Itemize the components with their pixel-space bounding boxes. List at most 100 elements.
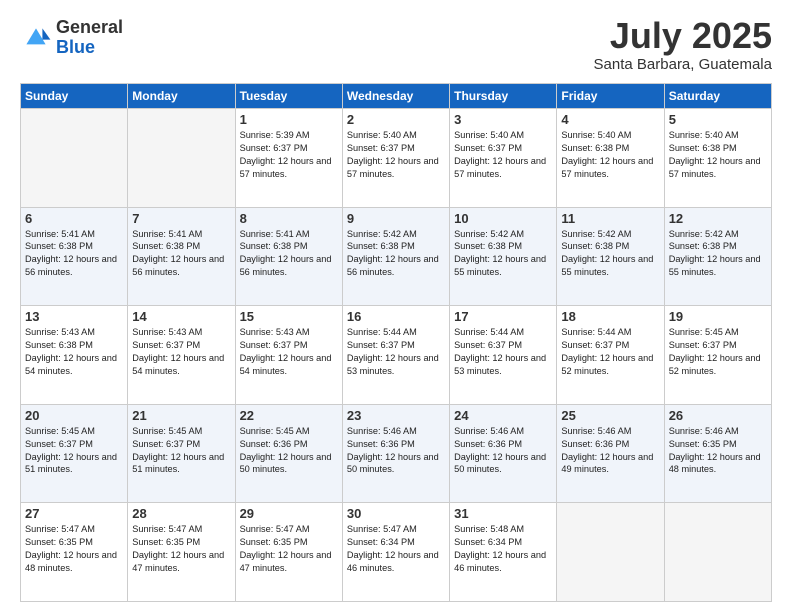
- col-tuesday: Tuesday: [235, 84, 342, 109]
- sunrise: Sunrise: 5:42 AM: [347, 229, 417, 239]
- sunset: Sunset: 6:34 PM: [347, 537, 415, 547]
- day-number: 6: [25, 211, 123, 226]
- day-info: Sunrise: 5:48 AMSunset: 6:34 PMDaylight:…: [454, 523, 552, 575]
- table-row: 16 Sunrise: 5:44 AMSunset: 6:37 PMDayligh…: [342, 306, 449, 405]
- sunrise: Sunrise: 5:46 AM: [561, 426, 631, 436]
- table-row: 29Sunrise: 5:47 AMSunset: 6:35 PMDayligh…: [235, 503, 342, 602]
- sunrise: Sunrise: 5:46 AM: [454, 426, 524, 436]
- sunset: Sunset: 6:37 PM: [347, 340, 415, 350]
- day-number: 12: [669, 211, 767, 226]
- calendar-week-row: 20Sunrise: 5:45 AMSunset: 6:37 PMDayligh…: [21, 404, 772, 503]
- sunset: Sunset: 6:34 PM: [454, 537, 522, 547]
- day-number: 9: [347, 211, 445, 226]
- sunset: Sunset: 6:37 PM: [561, 340, 629, 350]
- sunrise: Sunrise: 5:44 AM: [561, 327, 631, 337]
- table-row: [128, 109, 235, 208]
- day-info: Sunrise: 5:40 AMSunset: 6:37 PMDaylight:…: [347, 129, 445, 181]
- day-number: 23: [347, 408, 445, 423]
- day-info: Sunrise: 5:40 AMSunset: 6:38 PMDaylight:…: [561, 129, 659, 181]
- table-row: [557, 503, 664, 602]
- table-row: 9Sunrise: 5:42 AMSunset: 6:38 PMDaylight…: [342, 207, 449, 306]
- day-number: 18: [561, 309, 659, 324]
- daylight: Daylight: 12 hours and 55 minutes.: [454, 254, 546, 277]
- table-row: 26 Sunrise: 5:46 AMSunset: 6:35 PMDayligh…: [664, 404, 771, 503]
- daylight: Daylight: 12 hours and 50 minutes.: [347, 452, 439, 475]
- day-number: 17: [454, 309, 552, 324]
- table-row: 7Sunrise: 5:41 AMSunset: 6:38 PMDaylight…: [128, 207, 235, 306]
- day-number: 30: [347, 506, 445, 521]
- day-info: Sunrise: 5:46 AMSunset: 6:35 PMDaylight:…: [669, 425, 767, 477]
- day-info: Sunrise: 5:46 AMSunset: 6:36 PMDaylight:…: [454, 425, 552, 477]
- table-row: 11Sunrise: 5:42 AMSunset: 6:38 PMDayligh…: [557, 207, 664, 306]
- sunset: Sunset: 6:38 PM: [669, 241, 737, 251]
- sunrise: Sunrise: 5:47 AM: [132, 524, 202, 534]
- day-number: 10: [454, 211, 552, 226]
- logo-text: General Blue: [56, 18, 123, 58]
- table-row: 20Sunrise: 5:45 AMSunset: 6:37 PMDayligh…: [21, 404, 128, 503]
- day-info: Sunrise: 5:45 AMSunset: 6:37 PMDaylight:…: [25, 425, 123, 477]
- table-row: 8Sunrise: 5:41 AMSunset: 6:38 PMDaylight…: [235, 207, 342, 306]
- day-info: Sunrise: 5:44 AMSunset: 6:37 PMDaylight:…: [454, 326, 552, 378]
- sunset: Sunset: 6:38 PM: [561, 241, 629, 251]
- day-number: 13: [25, 309, 123, 324]
- day-number: 15: [240, 309, 338, 324]
- day-info: Sunrise: 5:43 AMSunset: 6:37 PMDaylight:…: [240, 326, 338, 378]
- day-number: 21: [132, 408, 230, 423]
- sunset: Sunset: 6:35 PM: [25, 537, 93, 547]
- day-info: Sunrise: 5:41 AMSunset: 6:38 PMDaylight:…: [25, 228, 123, 280]
- day-number: 7: [132, 211, 230, 226]
- day-number: 26: [669, 408, 767, 423]
- table-row: 25Sunrise: 5:46 AMSunset: 6:36 PMDayligh…: [557, 404, 664, 503]
- sunset: Sunset: 6:37 PM: [669, 340, 737, 350]
- table-row: 10 Sunrise: 5:42 AM Sunset: 6:38 PM Dayligh…: [450, 207, 557, 306]
- day-number: 19: [669, 309, 767, 324]
- day-number: 16: [347, 309, 445, 324]
- table-row: 27Sunrise: 5:47 AMSunset: 6:35 PMDayligh…: [21, 503, 128, 602]
- sunrise: Sunrise: 5:47 AM: [347, 524, 417, 534]
- daylight: Daylight: 12 hours and 56 minutes.: [25, 254, 117, 277]
- day-info: Sunrise: 5:43 AMSunset: 6:37 PMDaylight:…: [132, 326, 230, 378]
- table-row: 14Sunrise: 5:43 AMSunset: 6:37 PMDayligh…: [128, 306, 235, 405]
- daylight: Daylight: 12 hours and 57 minutes.: [240, 156, 332, 179]
- day-info: Sunrise: 5:42 AM Sunset: 6:38 PM Daylight:…: [454, 228, 552, 280]
- daylight: Daylight: 12 hours and 57 minutes.: [669, 156, 761, 179]
- daylight: Daylight: 12 hours and 54 minutes.: [240, 353, 332, 376]
- daylight: Daylight: 12 hours and 51 minutes.: [132, 452, 224, 475]
- sunset: Sunset: 6:36 PM: [561, 439, 629, 449]
- table-row: 1Sunrise: 5:39 AMSunset: 6:37 PMDaylight…: [235, 109, 342, 208]
- sunset: Sunset: 6:38 PM: [561, 143, 629, 153]
- daylight: Daylight: 12 hours and 49 minutes.: [561, 452, 653, 475]
- day-number: 28: [132, 506, 230, 521]
- day-info: Sunrise: 5:42 AMSunset: 6:38 PMDaylight:…: [669, 228, 767, 280]
- daylight: Daylight: 12 hours and 57 minutes.: [561, 156, 653, 179]
- sunrise: Sunrise: 5:42 AM: [454, 229, 524, 239]
- daylight: Daylight: 12 hours and 55 minutes.: [669, 254, 761, 277]
- day-info: Sunrise: 5:47 AMSunset: 6:35 PMDaylight:…: [25, 523, 123, 575]
- location: Santa Barbara, Guatemala: [594, 56, 772, 73]
- day-number: 24: [454, 408, 552, 423]
- sunrise: Sunrise: 5:45 AM: [132, 426, 202, 436]
- sunset: Sunset: 6:36 PM: [347, 439, 415, 449]
- sunset: Sunset: 6:38 PM: [132, 241, 200, 251]
- table-row: 19Sunrise: 5:45 AMSunset: 6:37 PMDayligh…: [664, 306, 771, 405]
- sunset: Sunset: 6:38 PM: [454, 241, 522, 251]
- calendar-week-row: 27Sunrise: 5:47 AMSunset: 6:35 PMDayligh…: [21, 503, 772, 602]
- day-info: Sunrise: 5:44 AMSunset: 6:37 PMDaylight:…: [347, 326, 445, 378]
- sunrise: Sunrise: 5:41 AM: [25, 229, 95, 239]
- table-row: 4Sunrise: 5:40 AMSunset: 6:38 PMDaylight…: [557, 109, 664, 208]
- daylight: Daylight: 12 hours and 52 minutes.: [561, 353, 653, 376]
- sunrise: Sunrise: 5:45 AM: [240, 426, 310, 436]
- sunset: Sunset: 6:35 PM: [669, 439, 737, 449]
- day-info: Sunrise: 5:39 AMSunset: 6:37 PMDaylight:…: [240, 129, 338, 181]
- sunset: Sunset: 6:38 PM: [25, 340, 93, 350]
- header: General Blue July 2025 Santa Barbara, Gu…: [20, 18, 772, 73]
- table-row: 2Sunrise: 5:40 AMSunset: 6:37 PMDaylight…: [342, 109, 449, 208]
- daylight: Daylight: 12 hours and 56 minutes.: [240, 254, 332, 277]
- table-row: [21, 109, 128, 208]
- table-row: 6 Sunrise: 5:41 AMSunset: 6:38 PMDaylight…: [21, 207, 128, 306]
- col-thursday: Thursday: [450, 84, 557, 109]
- daylight: Daylight: 12 hours and 53 minutes.: [454, 353, 546, 376]
- day-info: Sunrise: 5:46 AMSunset: 6:36 PMDaylight:…: [347, 425, 445, 477]
- daylight: Daylight: 12 hours and 57 minutes.: [454, 156, 546, 179]
- sunrise: Sunrise: 5:45 AM: [669, 327, 739, 337]
